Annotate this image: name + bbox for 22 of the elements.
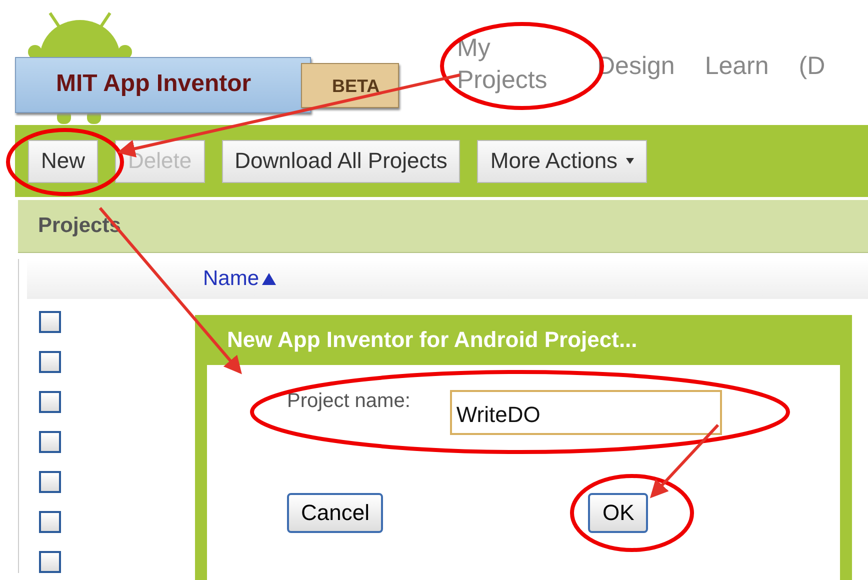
field-label: Project name: (287, 390, 410, 413)
nav-link[interactable]: Learn (704, 50, 769, 82)
row-checkbox[interactable] (39, 431, 61, 453)
nav-link[interactable]: My Projects (457, 32, 567, 96)
dialog-title: New App Inventor for Android Project... (227, 327, 638, 353)
logo-title: MIT App Inventor (15, 57, 311, 113)
row-checkbox[interactable] (39, 351, 61, 373)
row-checkbox[interactable] (39, 471, 61, 493)
row-checkbox[interactable] (39, 311, 61, 333)
row-checkbox[interactable] (39, 511, 61, 533)
nav-link[interactable]: (D (798, 50, 826, 82)
project-name-field[interactable]: WriteDO (450, 390, 722, 435)
column-sort-link[interactable]: Name (203, 267, 276, 291)
dialog-button[interactable]: Cancel (287, 493, 384, 533)
row-checkbox[interactable] (39, 391, 61, 413)
toolbar-button[interactable]: Download All Projects (222, 140, 460, 182)
toolbar-button[interactable]: More Actions (477, 140, 647, 182)
beta-badge: BETA (301, 62, 399, 108)
dialog-button[interactable]: OK (588, 493, 648, 533)
toolbar-button[interactable]: New (28, 140, 98, 182)
caret-icon (626, 158, 634, 164)
row-checkbox[interactable] (39, 551, 61, 573)
